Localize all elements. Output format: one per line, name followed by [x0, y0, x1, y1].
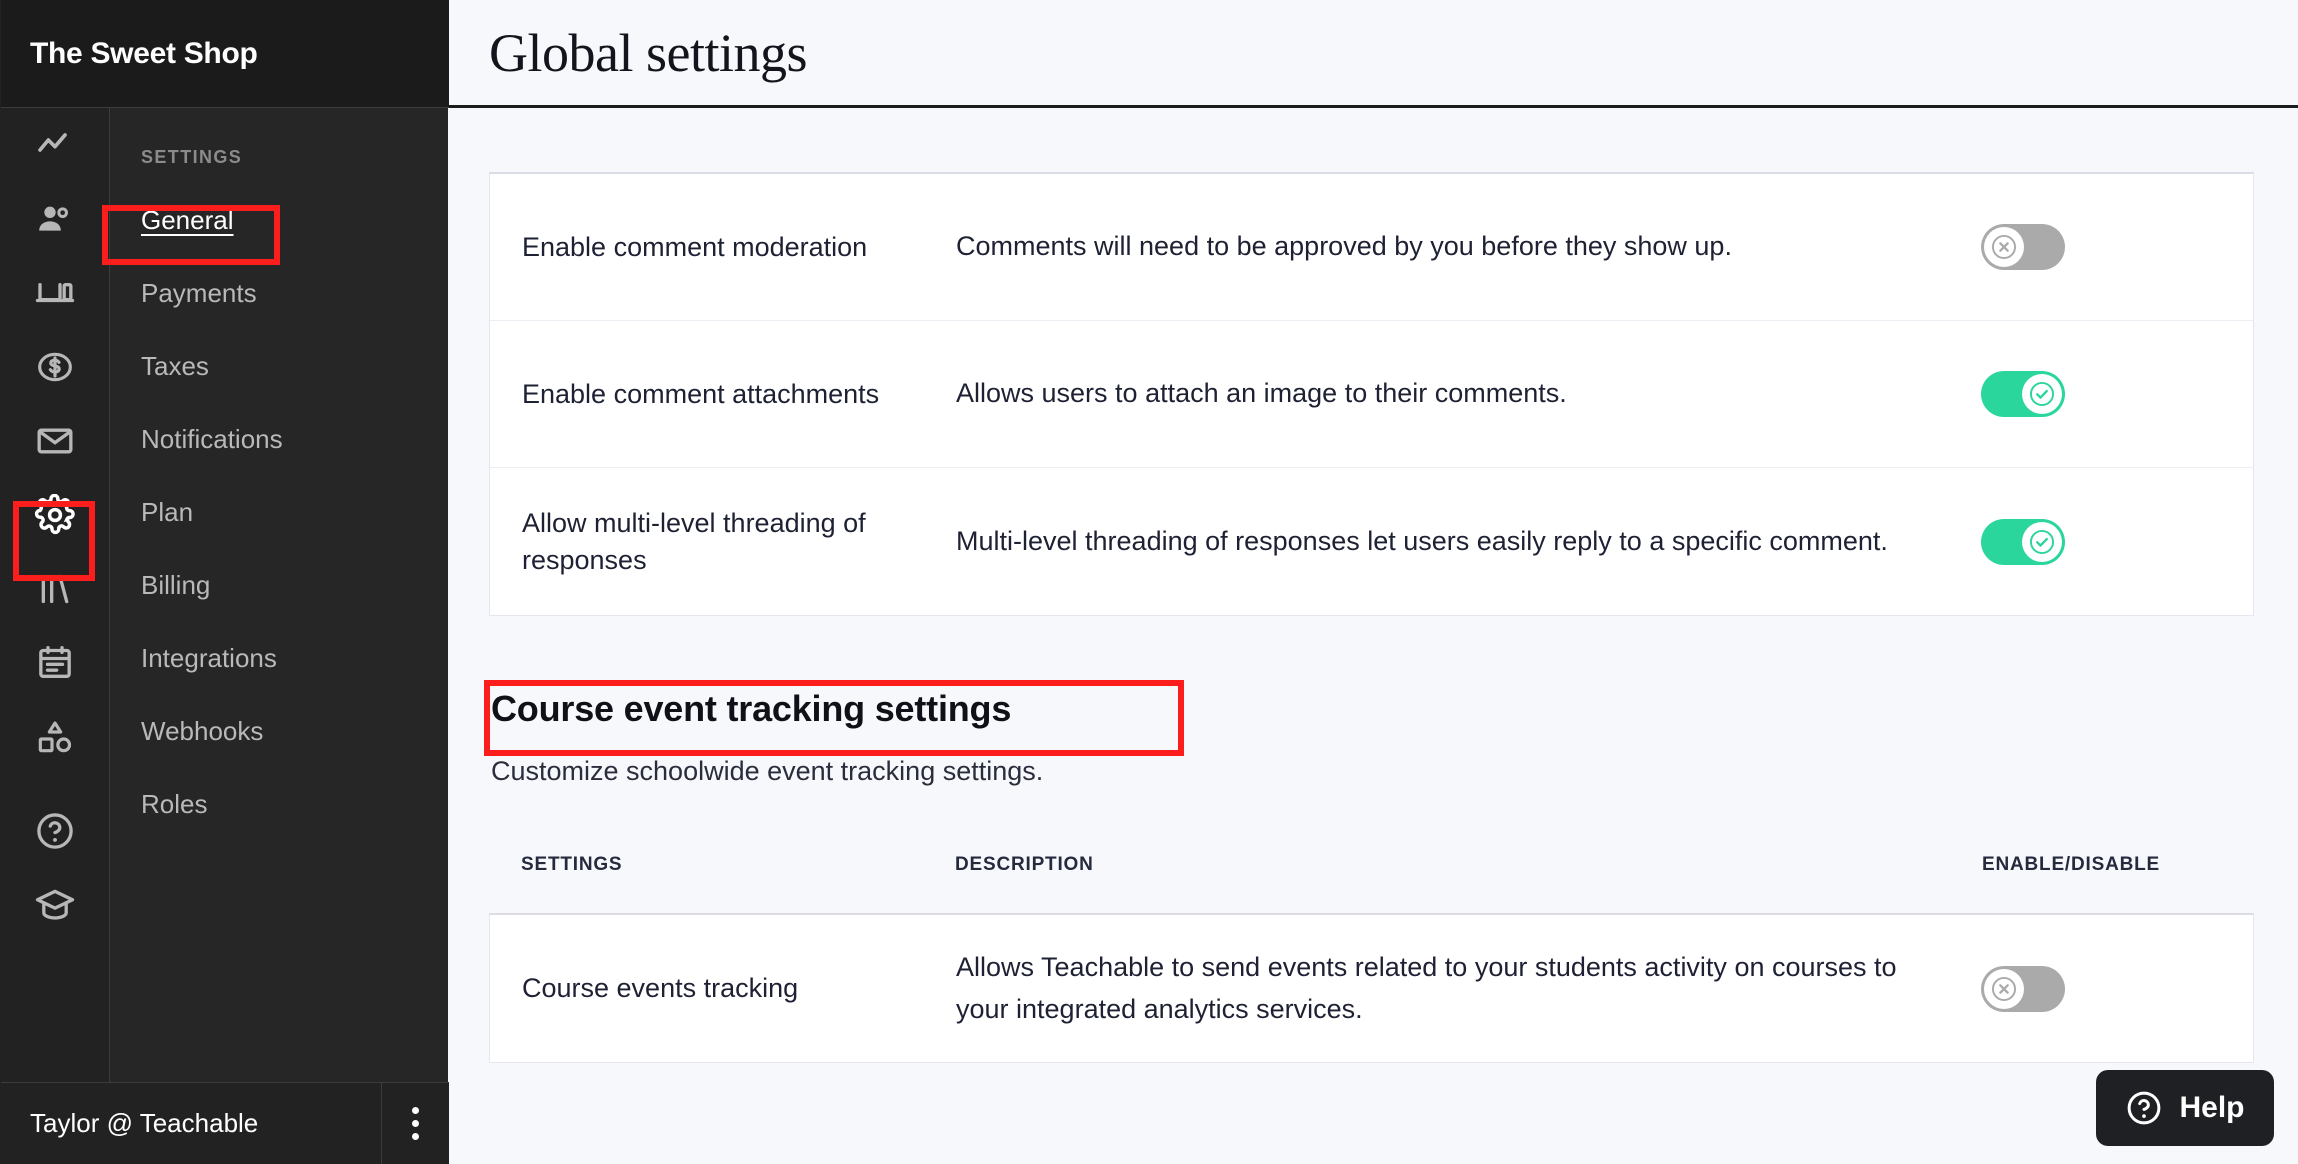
setting-name: Enable comment moderation: [522, 231, 868, 262]
calendar-icon[interactable]: [0, 626, 109, 700]
subnav-body: SETTINGS General Payments Taxes Notifica…: [110, 0, 448, 841]
brand-header[interactable]: The Sweet Shop: [1, 0, 449, 108]
settings-subnav: The Sweet Shop SETTINGS General Payments…: [1, 0, 449, 1164]
rail-icon-list: [0, 108, 109, 942]
question-circle-icon: [2125, 1089, 2163, 1127]
graduation-cap-icon[interactable]: [0, 868, 109, 942]
subnav-section-label: SETTINGS: [141, 147, 243, 167]
toggle-knob: [1984, 968, 2024, 1009]
sales-icon[interactable]: [0, 330, 109, 404]
sidebar-item-label: Roles: [141, 789, 208, 819]
user-name: Taylor @ Teachable: [30, 1108, 259, 1138]
kebab-dot: [412, 1133, 419, 1140]
course-event-tracking-section: Course event tracking settings Customize…: [489, 678, 2254, 1063]
column-header-enable-disable: ENABLE/DISABLE: [1982, 854, 2160, 875]
table-row: Course events tracking Allows Teachable …: [490, 915, 2253, 1062]
setting-description: Comments will need to be approved by you…: [956, 231, 1732, 262]
email-icon[interactable]: [0, 404, 109, 478]
users-icon[interactable]: [0, 182, 109, 256]
sidebar-item-label: Integrations: [141, 643, 277, 673]
sidebar-item-label: Webhooks: [141, 716, 264, 746]
setting-description: Allows Teachable to send events related …: [956, 951, 1897, 1024]
sidebar-item-billing[interactable]: Billing: [110, 549, 448, 622]
toggle-enable-comment-attachments[interactable]: [1981, 371, 2065, 417]
setting-description: Allows users to attach an image to their…: [956, 378, 1567, 409]
user-footer: Taylor @ Teachable: [1, 1082, 449, 1164]
analytics-icon[interactable]: [0, 108, 109, 182]
page-header: Global settings: [448, 0, 2298, 108]
sidebar-item-roles[interactable]: Roles: [110, 768, 448, 841]
subnav-item-list: General Payments Taxes Notifications Pla…: [110, 184, 448, 841]
toggle-knob: [2022, 374, 2062, 414]
sidebar-item-notifications[interactable]: Notifications: [110, 403, 448, 476]
site-icon[interactable]: [0, 256, 109, 330]
setting-name: Allow multi-level threading of responses: [522, 508, 866, 575]
toggle-cell: [1953, 371, 2253, 417]
sidebar-item-label: Plan: [141, 497, 194, 527]
setting-name: Enable comment attachments: [522, 378, 880, 409]
help-circle-icon[interactable]: [0, 794, 109, 868]
kebab-dot: [412, 1107, 419, 1114]
sidebar-item-label: Taxes: [141, 351, 209, 381]
sidebar-item-label: Billing: [141, 570, 211, 600]
sidebar-item-label: Payments: [141, 278, 257, 308]
shapes-icon[interactable]: [0, 700, 109, 774]
column-header-settings: SETTINGS: [521, 854, 623, 875]
comment-settings-table: Enable comment moderation Comments will …: [489, 172, 2254, 616]
settings-scroll-area: Enable comment moderation Comments will …: [448, 172, 2298, 1063]
main-content: Global settings Enable comment moderatio…: [448, 0, 2298, 1164]
section-title: Course event tracking settings: [491, 688, 1012, 729]
primary-icon-rail: [0, 0, 109, 1164]
sidebar-item-label: General: [141, 205, 234, 235]
table-row: Allow multi-level threading of responses…: [490, 468, 2253, 615]
toggle-enable-comment-moderation[interactable]: [1981, 224, 2065, 270]
kebab-dot: [412, 1120, 419, 1127]
column-header-description: DESCRIPTION: [955, 854, 1094, 875]
help-button-label: Help: [2179, 1091, 2245, 1124]
sidebar-item-payments[interactable]: Payments: [110, 257, 448, 330]
kebab-menu-icon[interactable]: [381, 1082, 449, 1164]
page-title: Global settings: [489, 22, 807, 83]
sidebar-item-general[interactable]: General: [110, 184, 448, 257]
toggle-course-events-tracking[interactable]: [1981, 965, 2065, 1012]
brand-title: The Sweet Shop: [30, 36, 258, 70]
table-header-row: SETTINGS DESCRIPTION ENABLE/DISABLE: [489, 817, 2254, 913]
table-row: Enable comment moderation Comments will …: [490, 174, 2253, 321]
toggle-knob: [2022, 521, 2062, 562]
toggle-knob: [1984, 227, 2024, 267]
event-tracking-table: Course events tracking Allows Teachable …: [489, 913, 2254, 1063]
sidebar-item-webhooks[interactable]: Webhooks: [110, 695, 448, 768]
gear-icon[interactable]: [0, 478, 109, 552]
sidebar-item-integrations[interactable]: Integrations: [110, 622, 448, 695]
help-button[interactable]: Help: [2096, 1070, 2274, 1146]
table-row: Enable comment attachments Allows users …: [490, 321, 2253, 468]
setting-description: Multi-level threading of responses let u…: [956, 525, 1888, 556]
toggle-allow-multilevel-threading[interactable]: [1981, 518, 2065, 565]
toggle-cell: [1953, 518, 2253, 565]
library-icon[interactable]: [0, 552, 109, 626]
app-root: The Sweet Shop SETTINGS General Payments…: [0, 0, 2298, 1164]
setting-name: Course events tracking: [522, 973, 799, 1004]
sidebar-item-taxes[interactable]: Taxes: [110, 330, 448, 403]
toggle-cell: [1953, 224, 2253, 270]
sidebar-item-label: Notifications: [141, 424, 283, 454]
section-subtitle: Customize schoolwide event tracking sett…: [491, 756, 1044, 786]
sidebar-item-plan[interactable]: Plan: [110, 476, 448, 549]
toggle-cell: [1953, 965, 2253, 1012]
